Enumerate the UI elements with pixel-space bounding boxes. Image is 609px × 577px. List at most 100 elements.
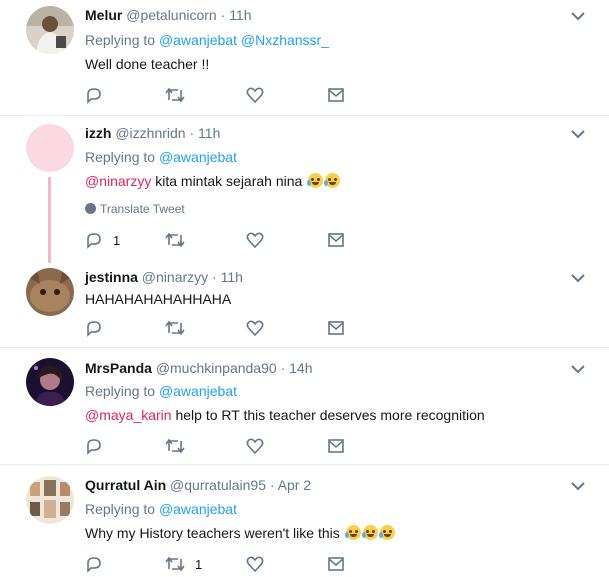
reply-button[interactable] (85, 436, 113, 456)
replying-to: Replying to @awanjebat (85, 148, 237, 166)
reply-target-link[interactable]: @awanjebat (159, 149, 237, 165)
retweet-icon (165, 556, 185, 572)
tweet-qurratul-ain[interactable]: Qurratul Ain @qurratulain95 · Apr 2 Repl… (0, 465, 609, 577)
envelope-icon (328, 557, 344, 571)
dm-button[interactable] (327, 554, 345, 574)
envelope-icon (328, 233, 344, 247)
tweet-jestinna[interactable]: jestinna @ninarzyy · 11h HAHAHAHAHAHHAHA (0, 256, 609, 347)
tweet-body-text: help to RT this teacher deserves more re… (175, 407, 485, 423)
avatar[interactable] (26, 358, 74, 406)
heart-icon (246, 320, 264, 337)
retweet-icon (165, 232, 185, 248)
chevron-down-icon[interactable] (570, 128, 586, 140)
like-button[interactable] (246, 85, 264, 105)
reply-button[interactable] (85, 318, 113, 338)
retweet-count: 1 (195, 556, 203, 572)
timestamp[interactable]: 14h (289, 360, 312, 376)
retweet-button[interactable]: 1 (165, 554, 202, 574)
translate-tweet-link[interactable]: Translate Tweet (85, 202, 185, 216)
mention-link[interactable]: @maya_karin (85, 407, 172, 423)
timestamp[interactable]: 11h (221, 269, 243, 285)
author-name[interactable]: MrsPanda (85, 360, 152, 376)
reply-button[interactable] (85, 554, 113, 574)
reply-target-link[interactable]: @awanjebat (159, 383, 237, 399)
dot-separator: · (269, 477, 275, 493)
replying-to: Replying to @awanjebat (85, 382, 237, 400)
tweet-melur[interactable]: Melur @petalunicorn · 11h Replying to @a… (0, 0, 609, 115)
heart-icon (246, 87, 264, 104)
tweet-mrspanda[interactable]: MrsPanda @muchkinpanda90 · 14h Replying … (0, 348, 609, 464)
replying-to: Replying to @awanjebat @Nxzhanssr_ (85, 31, 329, 49)
retweet-icon (165, 438, 185, 454)
like-button[interactable] (246, 554, 264, 574)
globe-icon (85, 203, 96, 214)
tweet-actions: 1 (85, 230, 365, 250)
reply-target-link[interactable]: @awanjebat (159, 501, 237, 517)
replying-label: Replying to (85, 501, 156, 517)
envelope-icon (328, 439, 344, 453)
reply-button[interactable]: 1 (85, 230, 120, 250)
like-button[interactable] (246, 436, 264, 456)
author-handle[interactable]: @ninarzyy (142, 269, 208, 285)
tweet-body-text: kita mintak sejarah nina (155, 173, 303, 189)
reply-icon (87, 439, 101, 455)
replying-to: Replying to @awanjebat (85, 500, 237, 518)
retweet-button[interactable] (165, 85, 195, 105)
chevron-down-icon[interactable] (570, 10, 586, 22)
like-button[interactable] (246, 318, 264, 338)
like-button[interactable] (246, 230, 264, 250)
dm-button[interactable] (327, 85, 345, 105)
tweet-actions (85, 85, 365, 105)
author-name[interactable]: Melur (85, 7, 122, 23)
retweet-button[interactable] (165, 230, 195, 250)
translate-label: Translate Tweet (100, 202, 185, 216)
retweet-icon (165, 320, 185, 336)
timestamp[interactable]: 11h (229, 7, 251, 23)
reply-button[interactable] (85, 85, 113, 105)
tweet-izzh[interactable]: izzh @izzhnridn · 11h Replying to @awanj… (0, 116, 609, 256)
author-name[interactable]: Qurratul Ain (85, 477, 166, 493)
envelope-icon (328, 88, 344, 102)
reply-count: 1 (113, 232, 121, 248)
retweet-button[interactable] (165, 436, 195, 456)
face-with-tears-of-joy-icon (324, 173, 341, 188)
heart-icon (246, 556, 264, 573)
author-name[interactable]: jestinna (85, 269, 138, 285)
author-handle[interactable]: @muchkinpanda90 (156, 360, 277, 376)
mention-link[interactable]: @ninarzyy (85, 173, 151, 189)
reply-target-link[interactable]: @Nxzhanssr_ (241, 32, 329, 48)
reply-target-link[interactable]: @awanjebat (159, 32, 237, 48)
dm-button[interactable] (327, 230, 345, 250)
heart-icon (246, 232, 264, 249)
tweet-text: HAHAHAHAHAHHAHA (85, 291, 232, 307)
author-name[interactable]: izzh (85, 125, 111, 141)
author-handle[interactable]: @qurratulain95 (170, 477, 266, 493)
tweet-text: Why my History teachers weren't like thi… (85, 524, 395, 542)
dm-button[interactable] (327, 436, 345, 456)
tweet-text: @ninarzyy kita mintak sejarah nina (85, 172, 341, 190)
envelope-icon (328, 321, 344, 335)
chevron-down-icon[interactable] (570, 363, 586, 375)
dm-button[interactable] (327, 318, 345, 338)
retweet-button[interactable] (165, 318, 195, 338)
author-handle[interactable]: @petalunicorn (126, 7, 217, 23)
avatar[interactable] (26, 268, 74, 316)
tweet-actions: 1 (85, 554, 365, 574)
reply-icon (87, 88, 101, 104)
tweet-text: @maya_karin help to RT this teacher dese… (85, 406, 485, 424)
face-with-tears-of-joy-icon (307, 173, 324, 188)
chevron-down-icon[interactable] (570, 272, 586, 284)
tweet-body-text: Why my History teachers weren't like thi… (85, 525, 340, 541)
tweet-actions (85, 436, 365, 456)
reply-icon (87, 233, 101, 249)
avatar[interactable] (26, 124, 74, 172)
timestamp[interactable]: Apr 2 (278, 477, 311, 493)
chevron-down-icon[interactable] (570, 480, 586, 492)
timestamp[interactable]: 11h (198, 125, 220, 141)
reply-icon (87, 321, 101, 337)
author-handle[interactable]: @izzhnridn (115, 125, 185, 141)
replying-label: Replying to (85, 149, 156, 165)
dot-separator: · (212, 269, 217, 285)
avatar[interactable] (26, 6, 74, 54)
avatar[interactable] (26, 476, 74, 524)
